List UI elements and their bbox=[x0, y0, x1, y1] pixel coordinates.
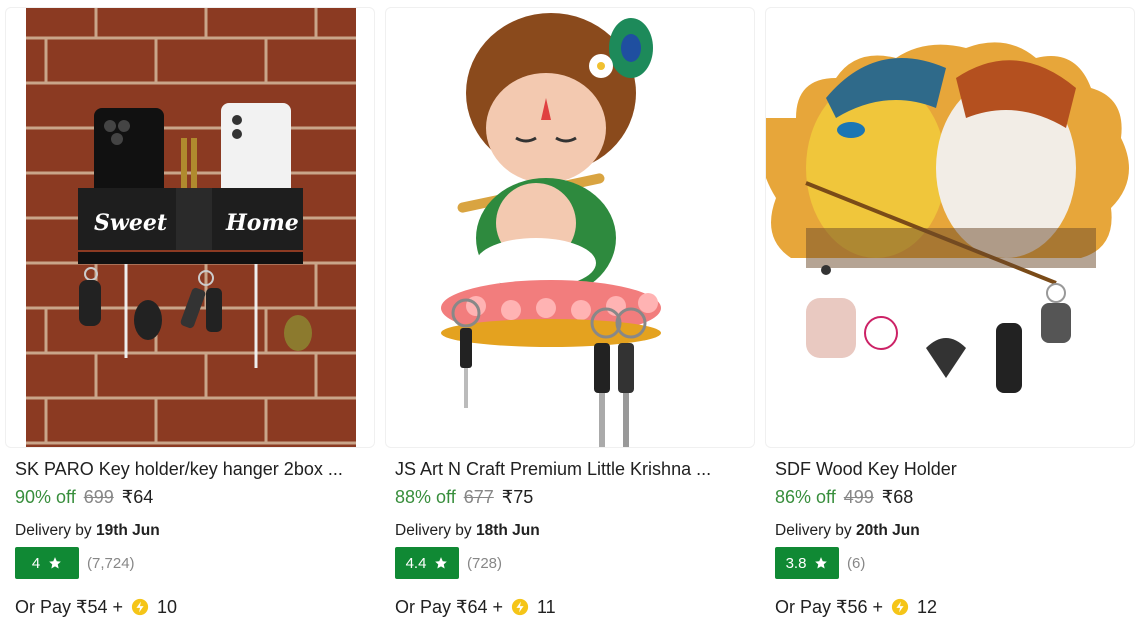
rating-row: 3.8 (6) bbox=[775, 547, 865, 579]
svg-text:Sweet: Sweet bbox=[94, 210, 167, 236]
coin-count: 11 bbox=[537, 597, 556, 617]
product-title[interactable]: SDF Wood Key Holder bbox=[775, 458, 1127, 480]
pay-prefix: Or Pay ₹64 + bbox=[395, 597, 503, 617]
discount-label: 88% off bbox=[395, 487, 456, 507]
rating-row: 4.4 (728) bbox=[395, 547, 502, 579]
delivery-date: 20th Jun bbox=[855, 522, 920, 539]
selling-price: ₹64 bbox=[121, 487, 154, 507]
rating-badge: 4 bbox=[15, 547, 79, 579]
rating-badge: 4.4 bbox=[395, 547, 459, 579]
product-title[interactable]: SK PARO Key holder/key hanger 2box ... bbox=[15, 458, 367, 480]
delivery-info: Delivery by 19th Jun bbox=[15, 521, 160, 540]
delivery-prefix: Delivery by bbox=[15, 522, 92, 539]
product-grid: Sweet Home SK PARO Key holder/key hanger… bbox=[0, 0, 1136, 629]
rating-row: 4 (7,724) bbox=[15, 547, 135, 579]
delivery-prefix: Delivery by bbox=[395, 522, 472, 539]
delivery-date: 18th Jun bbox=[475, 522, 540, 539]
product-image[interactable] bbox=[765, 7, 1135, 448]
discount-label: 90% off bbox=[15, 487, 76, 507]
product-card[interactable]: JS Art N Craft Premium Little Krishna ..… bbox=[385, 0, 757, 629]
coin-count: 12 bbox=[917, 597, 938, 617]
supercoin-icon bbox=[511, 598, 529, 616]
delivery-date: 19th Jun bbox=[95, 522, 160, 539]
delivery-prefix: Delivery by bbox=[775, 522, 852, 539]
product-image[interactable] bbox=[385, 7, 755, 448]
rating-count: (6) bbox=[847, 554, 866, 572]
rating-count: (7,724) bbox=[87, 554, 135, 572]
rating-value: 3.8 bbox=[785, 554, 807, 572]
selling-price: ₹68 bbox=[881, 487, 914, 507]
supercoin-icon bbox=[131, 598, 149, 616]
product-card[interactable]: SDF Wood Key Holder 86% off 499 ₹68 Deliv… bbox=[765, 0, 1136, 629]
coin-count: 10 bbox=[157, 597, 178, 617]
product-image[interactable]: Sweet Home bbox=[5, 7, 375, 448]
delivery-info: Delivery by 18th Jun bbox=[395, 521, 540, 540]
product-title[interactable]: JS Art N Craft Premium Little Krishna ..… bbox=[395, 458, 747, 480]
star-icon bbox=[435, 557, 448, 569]
mrp-price: 499 bbox=[843, 487, 874, 507]
pay-prefix: Or Pay ₹56 + bbox=[775, 597, 883, 617]
sweet-home-key-holder-image: Sweet Home bbox=[26, 8, 356, 447]
price-row: 90% off 699 ₹64 bbox=[15, 486, 153, 508]
supercoin-pay-row: Or Pay ₹54 + 10 bbox=[15, 596, 177, 618]
star-icon bbox=[815, 557, 828, 569]
price-row: 86% off 499 ₹68 bbox=[775, 486, 913, 508]
star-icon bbox=[49, 557, 62, 569]
rating-value: 4 bbox=[31, 554, 41, 572]
delivery-info: Delivery by 20th Jun bbox=[775, 521, 920, 540]
supercoin-pay-row: Or Pay ₹64 + 11 bbox=[395, 596, 556, 618]
mrp-price: 677 bbox=[463, 487, 494, 507]
product-card[interactable]: Sweet Home SK PARO Key holder/key hanger… bbox=[5, 0, 377, 629]
rating-count: (728) bbox=[467, 554, 503, 572]
supercoin-pay-row: Or Pay ₹56 + 12 bbox=[775, 596, 937, 618]
radha-krishna-key-holder-image bbox=[766, 42, 1129, 393]
supercoin-icon bbox=[891, 598, 909, 616]
mrp-price: 699 bbox=[83, 487, 114, 507]
pay-prefix: Or Pay ₹54 + bbox=[15, 597, 123, 617]
discount-label: 86% off bbox=[775, 487, 836, 507]
svg-text:Home: Home bbox=[225, 210, 299, 236]
rating-value: 4.4 bbox=[405, 554, 427, 572]
price-row: 88% off 677 ₹75 bbox=[395, 486, 533, 508]
rating-badge: 3.8 bbox=[775, 547, 839, 579]
little-krishna-key-holder-image bbox=[441, 13, 661, 447]
selling-price: ₹75 bbox=[501, 487, 534, 507]
